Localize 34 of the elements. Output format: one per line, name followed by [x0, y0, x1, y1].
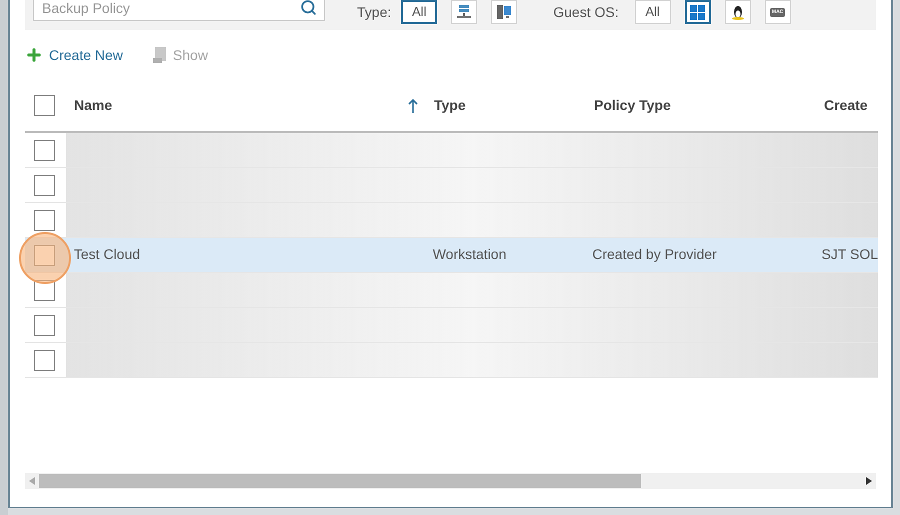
checkbox[interactable] [34, 280, 55, 300]
checkbox[interactable] [34, 174, 55, 196]
scroll-right-icon[interactable] [866, 477, 872, 485]
scroll-left-icon[interactable] [29, 477, 35, 485]
type-label: Type: [357, 2, 392, 22]
server-icon [457, 4, 472, 20]
search-icon [300, 0, 317, 16]
document-icon [152, 47, 167, 63]
create-new-button[interactable]: Create New [25, 44, 123, 66]
table-cell: Test Cloud [74, 246, 140, 262]
checkbox[interactable] [34, 350, 55, 370]
table-cell: Created by Provider [592, 246, 717, 262]
table-cell: Workstation [432, 246, 506, 262]
table-row[interactable]: Test Cloud Workstation Created by Provider SJT SOL [25, 238, 878, 273]
column-header[interactable]: Policy Type [594, 95, 671, 116]
plus-icon [25, 46, 43, 64]
search-field[interactable]: Backup Policy [33, 0, 325, 21]
checkbox[interactable] [34, 95, 55, 116]
windows-icon [690, 4, 706, 20]
checkbox[interactable] [34, 244, 55, 266]
table-cell: SJT SOL [821, 246, 878, 262]
checkbox[interactable] [34, 314, 55, 336]
column-header[interactable]: Name [74, 95, 112, 116]
guest-os-label: Guest OS: [553, 2, 619, 22]
checkbox[interactable] [34, 140, 55, 160]
scrollbar-thumb[interactable] [39, 474, 641, 488]
column-header[interactable]: Create [824, 95, 868, 116]
column-header[interactable]: Type [434, 95, 466, 116]
checkbox[interactable] [34, 210, 55, 230]
computer-icon [496, 4, 512, 20]
filter-button[interactable]: All [401, 0, 438, 24]
filter-button[interactable]: All [634, 0, 671, 24]
penguin-icon [730, 4, 745, 20]
horizontal-scrollbar[interactable] [25, 473, 876, 489]
